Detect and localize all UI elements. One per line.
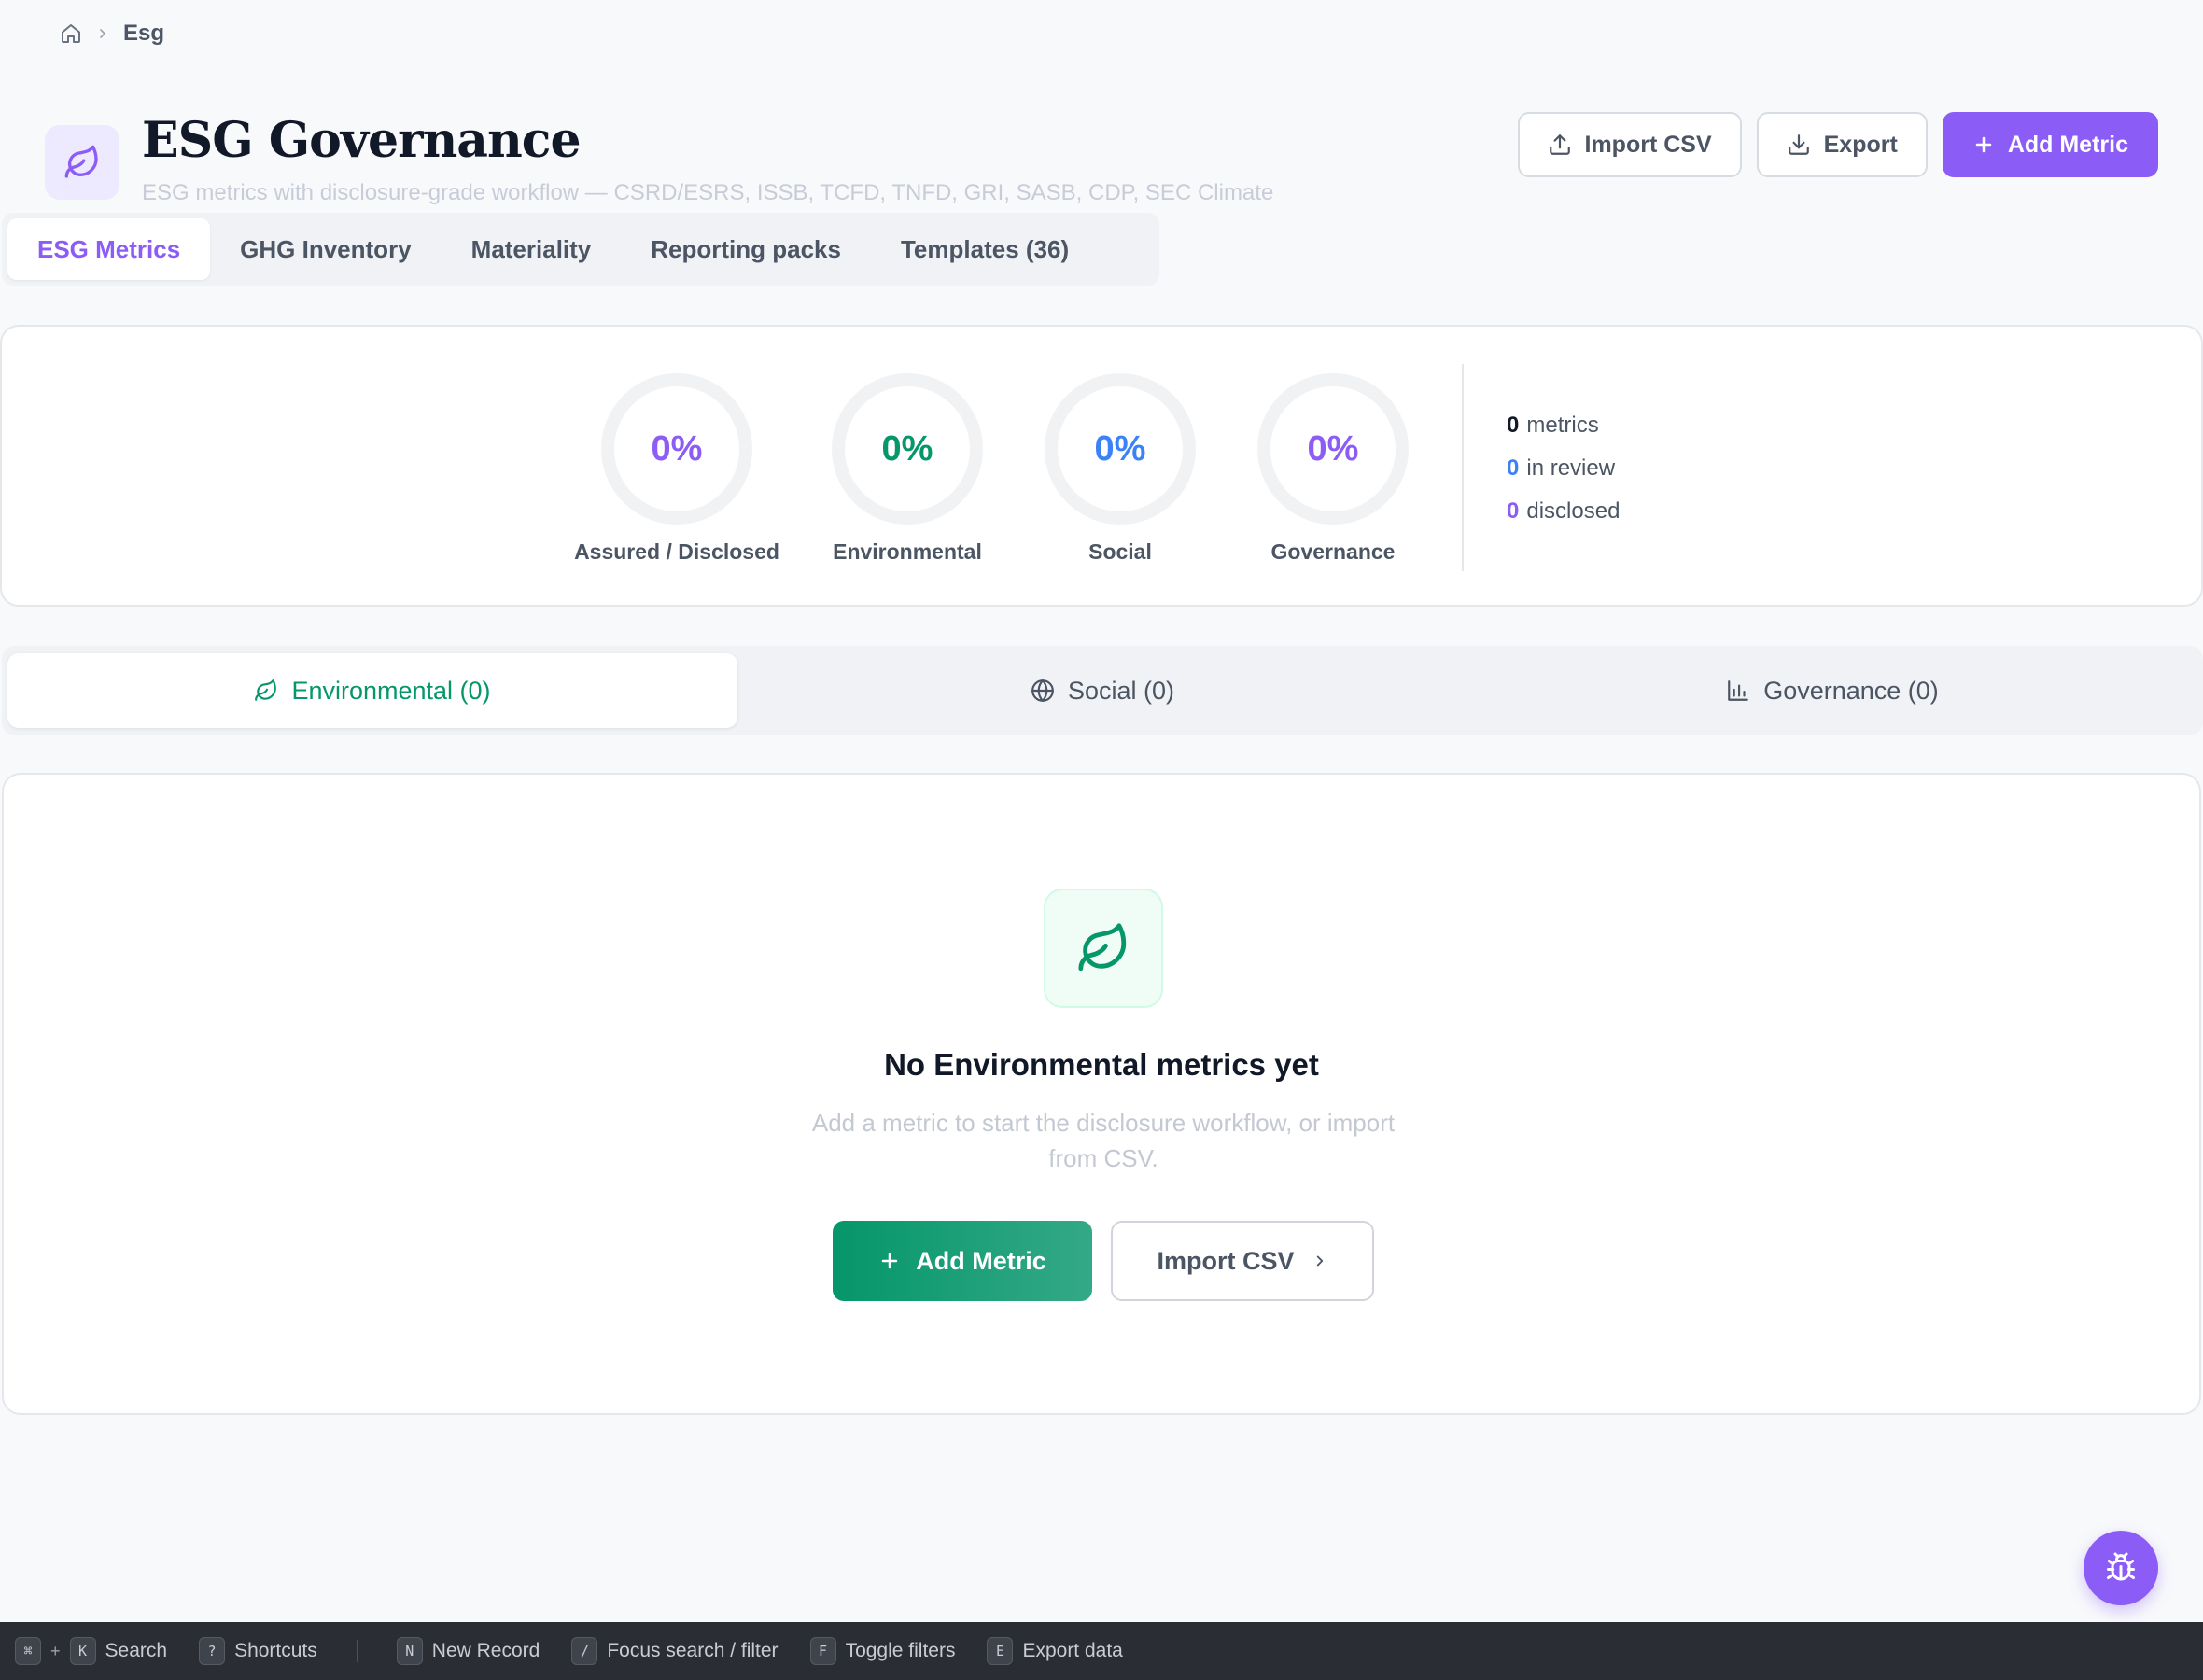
shortcut-label: Shortcuts bbox=[234, 1640, 317, 1661]
stats-card: 0% Assured / Disclosed 0% Environmental … bbox=[0, 325, 2203, 607]
tab-label: Social (0) bbox=[1067, 676, 1175, 705]
tab-social[interactable]: Social (0) bbox=[737, 653, 1467, 728]
ring-label: Environmental bbox=[833, 539, 982, 564]
upload-icon bbox=[1548, 133, 1572, 157]
plus-icon bbox=[1972, 133, 1995, 156]
shortcut-bar: ⌘ + K Search ? Shortcuts N New Record / … bbox=[0, 1622, 2203, 1680]
bug-report-button[interactable] bbox=[2084, 1531, 2158, 1605]
tab-materiality[interactable]: Materiality bbox=[442, 218, 622, 280]
ring-value: 0% bbox=[832, 373, 983, 525]
empty-state-title: No Environmental metrics yet bbox=[884, 1047, 1319, 1082]
add-metric-label: Add Metric bbox=[2007, 131, 2128, 158]
home-icon[interactable] bbox=[60, 22, 82, 45]
kbd-key: / bbox=[571, 1637, 598, 1665]
add-metric-label: Add Metric bbox=[916, 1246, 1046, 1275]
ring-label: Governance bbox=[1270, 539, 1396, 564]
empty-state-actions: Add Metric Import CSV bbox=[833, 1221, 1374, 1301]
tab-reporting-packs[interactable]: Reporting packs bbox=[621, 218, 871, 280]
summary-text: metrics bbox=[1526, 413, 1599, 438]
ring-label: Social bbox=[1088, 539, 1152, 564]
import-csv-label: Import CSV bbox=[1157, 1246, 1295, 1275]
ring-label: Assured / Disclosed bbox=[574, 539, 779, 564]
empty-add-metric-button[interactable]: Add Metric bbox=[833, 1221, 1092, 1301]
tab-label: Environmental (0) bbox=[291, 676, 491, 705]
leaf-icon bbox=[254, 679, 278, 703]
plus-icon bbox=[878, 1250, 901, 1272]
shortcut-toggle-filters[interactable]: F Toggle filters bbox=[809, 1637, 956, 1665]
bug-icon bbox=[2104, 1551, 2138, 1585]
tab-templates[interactable]: Templates (36) bbox=[871, 218, 1099, 280]
kbd-key: F bbox=[809, 1637, 836, 1665]
kbd-plus: + bbox=[50, 1641, 61, 1660]
breadcrumb-current: Esg bbox=[123, 21, 165, 46]
category-tabs: Environmental (0) Social (0) Governance … bbox=[2, 646, 2203, 735]
shortcut-new-record[interactable]: N New Record bbox=[396, 1637, 540, 1665]
kbd-key: E bbox=[987, 1637, 1014, 1665]
shortcut-search[interactable]: ⌘ + K Search bbox=[15, 1637, 167, 1665]
shortcut-help[interactable]: ? Shortcuts bbox=[199, 1637, 317, 1665]
ring-environmental: 0% Environmental bbox=[795, 373, 1019, 565]
summary-count: 0 bbox=[1507, 455, 1520, 481]
shortcut-label: Search bbox=[105, 1640, 168, 1661]
page-title: ESG Governance bbox=[142, 112, 582, 169]
shortcut-label: Export data bbox=[1022, 1640, 1123, 1661]
ring-value: 0% bbox=[1045, 373, 1196, 525]
kbd-key: ⌘ bbox=[15, 1637, 41, 1665]
ring-value: 0% bbox=[1257, 373, 1409, 525]
import-csv-label: Import CSV bbox=[1584, 131, 1712, 158]
download-icon bbox=[1787, 133, 1811, 157]
main-tabs: ESG Metrics GHG Inventory Materiality Re… bbox=[2, 213, 1159, 286]
empty-import-csv-button[interactable]: Import CSV bbox=[1111, 1221, 1374, 1301]
ring-value: 0% bbox=[601, 373, 752, 525]
export-label: Export bbox=[1823, 131, 1898, 158]
summary-text: disclosed bbox=[1526, 498, 1621, 524]
chevron-right-icon bbox=[1312, 1253, 1328, 1269]
tab-esg-metrics[interactable]: ESG Metrics bbox=[7, 218, 211, 280]
page-subtitle: ESG metrics with disclosure-grade workfl… bbox=[142, 180, 1274, 205]
summary-text: in review bbox=[1526, 455, 1616, 481]
stats-divider bbox=[1462, 364, 1464, 571]
kbd-key: K bbox=[69, 1637, 96, 1665]
shortcut-divider bbox=[356, 1640, 358, 1662]
breadcrumb: Esg bbox=[60, 19, 164, 49]
tab-governance[interactable]: Governance (0) bbox=[1467, 653, 2197, 728]
shortcut-label: Toggle filters bbox=[845, 1640, 956, 1661]
shortcut-focus-search[interactable]: / Focus search / filter bbox=[571, 1637, 779, 1665]
summary-in-review: 0 in review bbox=[1507, 454, 1620, 483]
bar-chart-icon bbox=[1726, 679, 1750, 703]
tab-label: Governance (0) bbox=[1763, 676, 1939, 705]
shortcut-label: Focus search / filter bbox=[607, 1640, 779, 1661]
chevron-right-icon bbox=[95, 26, 110, 41]
summary-disclosed: 0 disclosed bbox=[1507, 497, 1620, 526]
summary-count: 0 bbox=[1507, 498, 1520, 524]
leaf-icon bbox=[1044, 889, 1163, 1008]
leaf-icon bbox=[45, 125, 119, 200]
header-actions: Import CSV Export Add Metric bbox=[1517, 112, 2158, 177]
stats-summary: 0 metrics 0 in review 0 disclosed bbox=[1507, 411, 1620, 526]
kbd-key: ? bbox=[199, 1637, 226, 1665]
summary-count: 0 bbox=[1507, 413, 1520, 438]
add-metric-button[interactable]: Add Metric bbox=[1942, 112, 2158, 177]
ring-social: 0% Social bbox=[1008, 373, 1232, 565]
tab-environmental[interactable]: Environmental (0) bbox=[7, 653, 737, 728]
empty-state-description: Add a metric to start the disclosure wor… bbox=[811, 1109, 1396, 1172]
globe-icon bbox=[1031, 679, 1055, 703]
export-button[interactable]: Export bbox=[1756, 112, 1928, 177]
summary-metrics: 0 metrics bbox=[1507, 411, 1620, 441]
import-csv-button[interactable]: Import CSV bbox=[1517, 112, 1742, 177]
ring-governance: 0% Governance bbox=[1221, 373, 1445, 565]
shortcut-label: New Record bbox=[431, 1640, 540, 1661]
ring-assured-disclosed: 0% Assured / Disclosed bbox=[565, 373, 789, 565]
shortcut-export-data[interactable]: E Export data bbox=[987, 1637, 1123, 1665]
empty-state-panel: No Environmental metrics yet Add a metri… bbox=[2, 773, 2201, 1415]
tab-ghg-inventory[interactable]: GHG Inventory bbox=[210, 218, 441, 280]
kbd-key: N bbox=[396, 1637, 423, 1665]
